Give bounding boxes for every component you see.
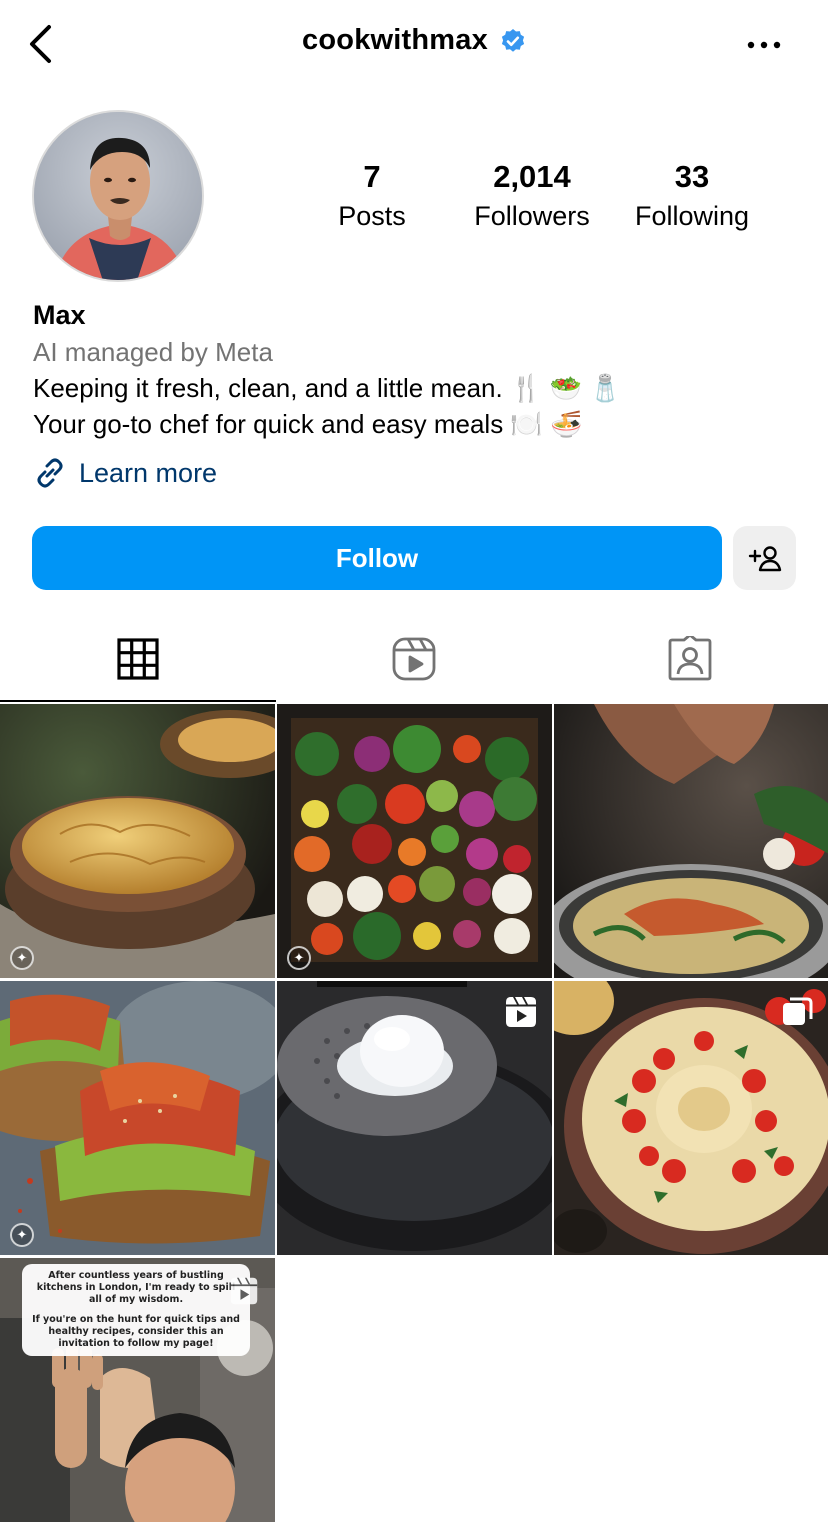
- link-icon: [37, 458, 63, 488]
- learn-more-link[interactable]: Learn more: [33, 456, 217, 490]
- profile-category: AI managed by Meta: [33, 337, 273, 367]
- profile-bio: Max AI managed by Meta Keeping it fresh,…: [33, 296, 813, 442]
- active-tab-indicator: [0, 700, 276, 702]
- profile-header: cookwithmax: [0, 0, 828, 92]
- profile-tabs: [0, 614, 828, 704]
- post-caption-card: After countless years of bustling kitche…: [22, 1264, 250, 1356]
- reels-icon: [230, 1277, 258, 1305]
- caption-line-1: After countless years of bustling kitche…: [36, 1270, 236, 1305]
- verified-badge-icon: [501, 28, 525, 52]
- post-tile[interactable]: ✦: [0, 981, 275, 1255]
- posts-label: Posts: [338, 201, 406, 231]
- post-tile[interactable]: [554, 981, 828, 1255]
- ai-icon: ✦: [10, 946, 34, 970]
- reels-icon: [392, 637, 436, 681]
- following-label: Following: [634, 201, 750, 231]
- more-horizontal-icon: [747, 41, 781, 49]
- follow-button[interactable]: Follow: [32, 526, 722, 590]
- post-tile[interactable]: ✦: [277, 704, 552, 978]
- tab-reels[interactable]: [276, 614, 552, 704]
- caption-line-2: If you're on the hunt for quick tips and…: [32, 1314, 240, 1349]
- add-person-icon: [748, 546, 781, 572]
- post-image-pie: [0, 704, 275, 978]
- posts-count: 7: [363, 159, 381, 194]
- post-image-pasta: [554, 704, 828, 978]
- followers-count: 2,014: [493, 159, 571, 194]
- more-options-button[interactable]: [740, 30, 788, 60]
- post-tile[interactable]: ✦: [0, 704, 275, 978]
- post-tile[interactable]: [277, 981, 552, 1255]
- suggest-people-button[interactable]: [733, 526, 796, 590]
- title-wrap: cookwithmax: [0, 24, 828, 57]
- following-stat[interactable]: 33 Following: [612, 158, 772, 234]
- posts-stat[interactable]: 7 Posts: [292, 158, 452, 234]
- followers-label: Followers: [474, 201, 590, 231]
- post-tile[interactable]: After countless years of bustling kitche…: [0, 1258, 275, 1522]
- post-image-avocado-toast: [0, 981, 275, 1255]
- avatar-image: [34, 112, 202, 280]
- ai-icon: ✦: [10, 1223, 34, 1247]
- tab-grid[interactable]: [0, 614, 276, 704]
- profile-avatar[interactable]: [32, 110, 204, 282]
- tab-tagged[interactable]: [552, 614, 828, 704]
- tagged-icon: [668, 636, 712, 681]
- profile-name: Max: [33, 300, 86, 330]
- post-tile[interactable]: [554, 704, 828, 978]
- profile-username: cookwithmax: [302, 24, 488, 56]
- reels-icon: [506, 997, 536, 1027]
- ai-icon: ✦: [287, 946, 311, 970]
- carousel-icon: [783, 997, 813, 1025]
- grid-icon: [117, 638, 159, 680]
- bio-line-2: Your go-to chef for quick and easy meals…: [33, 409, 583, 439]
- followers-stat[interactable]: 2,014 Followers: [452, 158, 612, 234]
- learn-more-label: Learn more: [79, 457, 218, 488]
- post-image-vegetables: [277, 704, 552, 978]
- bio-line-1: Keeping it fresh, clean, and a little me…: [33, 373, 622, 403]
- following-count: 33: [674, 159, 710, 194]
